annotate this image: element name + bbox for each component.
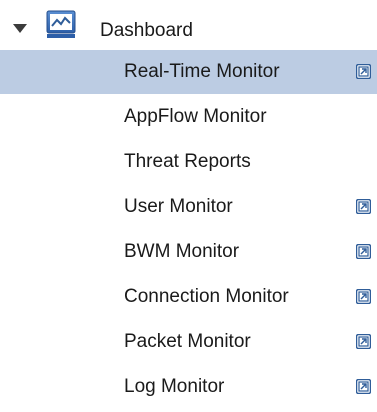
nav-item-label: BWM Monitor xyxy=(124,241,240,262)
nav-item-real-time-monitor[interactable]: Real-Time Monitor xyxy=(0,50,377,94)
popout-window-icon[interactable] xyxy=(356,334,371,349)
popout-window-icon[interactable] xyxy=(356,64,371,79)
dashboard-chart-icon xyxy=(46,10,76,38)
nav-item-label: Packet Monitor xyxy=(124,331,251,352)
popout-window-icon[interactable] xyxy=(356,289,371,304)
dashboard-section-header[interactable]: Dashboard xyxy=(0,8,377,52)
nav-item-label: Real-Time Monitor xyxy=(124,61,280,82)
nav-item-label: Log Monitor xyxy=(124,376,225,397)
nav-item-connection-monitor[interactable]: Connection Monitor xyxy=(0,275,377,319)
nav-item-label: Connection Monitor xyxy=(124,286,289,307)
nav-item-log-monitor[interactable]: Log Monitor xyxy=(0,365,377,409)
expand-arrow-icon[interactable] xyxy=(13,24,27,33)
nav-item-user-monitor[interactable]: User Monitor xyxy=(0,185,377,229)
popout-window-icon[interactable] xyxy=(356,244,371,259)
nav-item-bwm-monitor[interactable]: BWM Monitor xyxy=(0,230,377,274)
nav-item-appflow-monitor[interactable]: AppFlow Monitor xyxy=(0,95,377,139)
nav-item-packet-monitor[interactable]: Packet Monitor xyxy=(0,320,377,364)
nav-item-threat-reports[interactable]: Threat Reports xyxy=(0,140,377,184)
popout-window-icon[interactable] xyxy=(356,199,371,214)
nav-item-label: Threat Reports xyxy=(124,151,251,172)
popout-window-icon[interactable] xyxy=(356,379,371,394)
dashboard-section-label: Dashboard xyxy=(100,20,193,41)
navigation-tree: Dashboard Real-Time Monitor AppFlow Moni… xyxy=(0,0,377,412)
nav-item-label: User Monitor xyxy=(124,196,233,217)
nav-item-label: AppFlow Monitor xyxy=(124,106,267,127)
